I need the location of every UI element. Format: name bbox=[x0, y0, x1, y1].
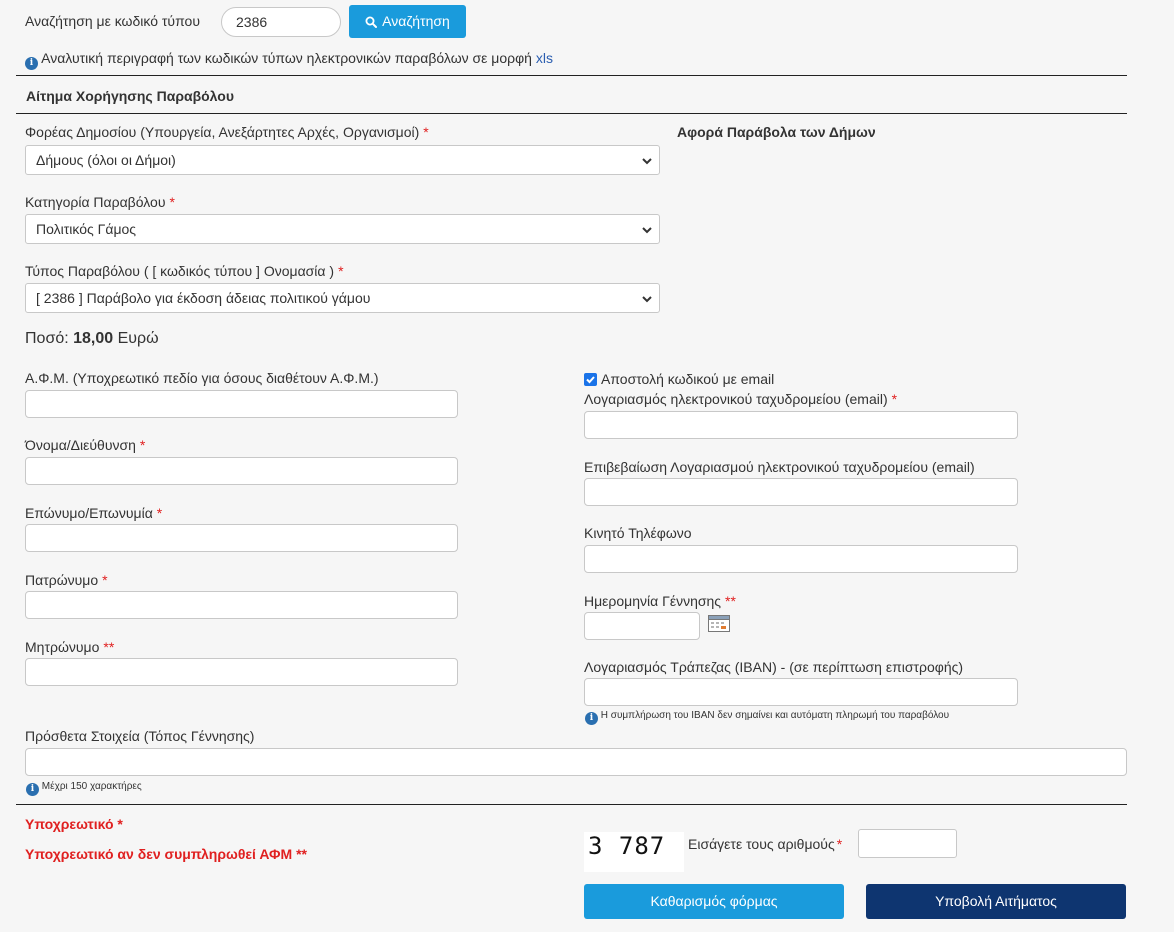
xls-link[interactable]: xls bbox=[536, 50, 553, 66]
email-checkbox[interactable] bbox=[584, 373, 597, 386]
email-confirm-input[interactable] bbox=[584, 478, 1018, 506]
amount-value: 18,00 bbox=[73, 330, 114, 347]
mobile-label: Κινητό Τηλέφωνο bbox=[584, 525, 692, 541]
captcha-input[interactable] bbox=[858, 829, 957, 858]
chevron-down-icon bbox=[642, 227, 652, 234]
chevron-down-icon bbox=[642, 296, 652, 303]
divider-bottom bbox=[16, 804, 1127, 805]
birthdate-label: Ημερομηνία Γέννησης ** bbox=[584, 593, 736, 609]
amount: Ποσό: 18,00 Ευρώ bbox=[25, 330, 159, 347]
captcha-image: 3 787 bbox=[584, 832, 684, 872]
captcha-prompt: Εισάγετε τους αριθμούς * bbox=[688, 836, 843, 852]
email-label: Λογαριασμός ηλεκτρονικού ταχυδρομείου (e… bbox=[584, 391, 898, 407]
foreas-label: Φορέας Δημοσίου (Υπουργεία, Ανεξάρτητες … bbox=[25, 124, 429, 140]
birthdate-input[interactable] bbox=[584, 612, 700, 640]
email-confirm-label: Επιβεβαίωση Λογαριασμού ηλεκτρονικού ταχ… bbox=[584, 459, 975, 475]
surname-input[interactable] bbox=[25, 524, 458, 552]
mothers-name-input[interactable] bbox=[25, 658, 458, 686]
section-title: Αίτημα Χορήγησης Παραβόλου bbox=[26, 88, 234, 104]
afm-label: Α.Φ.Μ. (Υποχρεωτικό πεδίο για όσους διαθ… bbox=[25, 370, 379, 386]
info-line-text: Αναλυτική περιγραφή των κωδικών τύπων ηλ… bbox=[41, 50, 532, 66]
legend-required: Υποχρεωτικό * bbox=[25, 816, 123, 832]
info-icon: i bbox=[25, 57, 38, 70]
category-label: Κατηγορία Παραβόλου * bbox=[25, 194, 175, 210]
surname-label: Επώνυμο/Επωνυμία * bbox=[25, 505, 163, 521]
divider-top bbox=[16, 75, 1127, 76]
foreas-select[interactable]: Δήμους (όλοι οι Δήμοι) bbox=[25, 145, 660, 175]
foreas-value: Δήμους (όλοι οι Δήμοι) bbox=[36, 152, 176, 168]
name-address-input[interactable] bbox=[25, 457, 458, 485]
afm-input[interactable] bbox=[25, 390, 458, 418]
email-checkbox-row: Αποστολή κωδικού με email bbox=[584, 371, 774, 387]
legend-required-if-no-afm: Υποχρεωτικό αν δεν συμπληρωθεί ΑΦΜ ** bbox=[25, 846, 307, 862]
chevron-down-icon bbox=[642, 158, 652, 165]
name-address-label: Όνομα/Διεύθυνση * bbox=[25, 437, 146, 453]
type-value: [ 2386 ] Παράβολο για έκδοση άδειας πολι… bbox=[36, 290, 371, 306]
municipal-note: Αφορά Παράβολα των Δήμων bbox=[677, 124, 876, 140]
calendar-icon[interactable] bbox=[708, 615, 730, 635]
mobile-input[interactable] bbox=[584, 545, 1018, 573]
iban-label: Λογαριασμός Τράπεζας (IBAN) - (σε περίπτ… bbox=[584, 659, 964, 675]
category-select[interactable]: Πολιτικός Γάμος bbox=[25, 214, 660, 244]
type-select[interactable]: [ 2386 ] Παράβολο για έκδοση άδειας πολι… bbox=[25, 283, 660, 313]
mothers-name-label: Μητρώνυμο ** bbox=[25, 639, 115, 655]
type-label: Τύπος Παραβόλου ( [ κωδικός τύπου ] Ονομ… bbox=[25, 263, 344, 279]
email-checkbox-label: Αποστολή κωδικού με email bbox=[601, 371, 775, 387]
search-button-label: Αναζήτηση bbox=[382, 13, 450, 29]
search-icon bbox=[365, 7, 378, 40]
fathers-name-input[interactable] bbox=[25, 591, 458, 619]
search-label: Αναζήτηση με κωδικό τύπου bbox=[25, 13, 200, 29]
iban-input[interactable] bbox=[584, 678, 1018, 706]
divider-section bbox=[16, 113, 1127, 114]
search-code-input[interactable]: 2386 bbox=[221, 7, 341, 37]
extra-info-label: Πρόσθετα Στοιχεία (Τόπος Γέννησης) bbox=[25, 728, 255, 744]
info-icon: i bbox=[585, 712, 598, 725]
category-value: Πολιτικός Γάμος bbox=[36, 221, 137, 237]
iban-note: i Η συμπλήρωση του IBAN δεν σημαίνει και… bbox=[585, 710, 949, 725]
info-line: i Αναλυτική περιγραφή των κωδικών τύπων … bbox=[25, 50, 553, 70]
extra-info-input[interactable] bbox=[25, 748, 1127, 776]
info-icon: i bbox=[26, 783, 39, 796]
fathers-name-label: Πατρώνυμο * bbox=[25, 572, 108, 588]
extra-info-note: i Μέχρι 150 χαρακτήρες bbox=[26, 781, 142, 796]
email-input[interactable] bbox=[584, 411, 1018, 439]
search-button[interactable]: Αναζήτηση bbox=[349, 5, 466, 38]
clear-form-button[interactable]: Καθαρισμός φόρμας bbox=[584, 884, 844, 919]
submit-request-button[interactable]: Υποβολή Αιτήματος bbox=[866, 884, 1126, 919]
